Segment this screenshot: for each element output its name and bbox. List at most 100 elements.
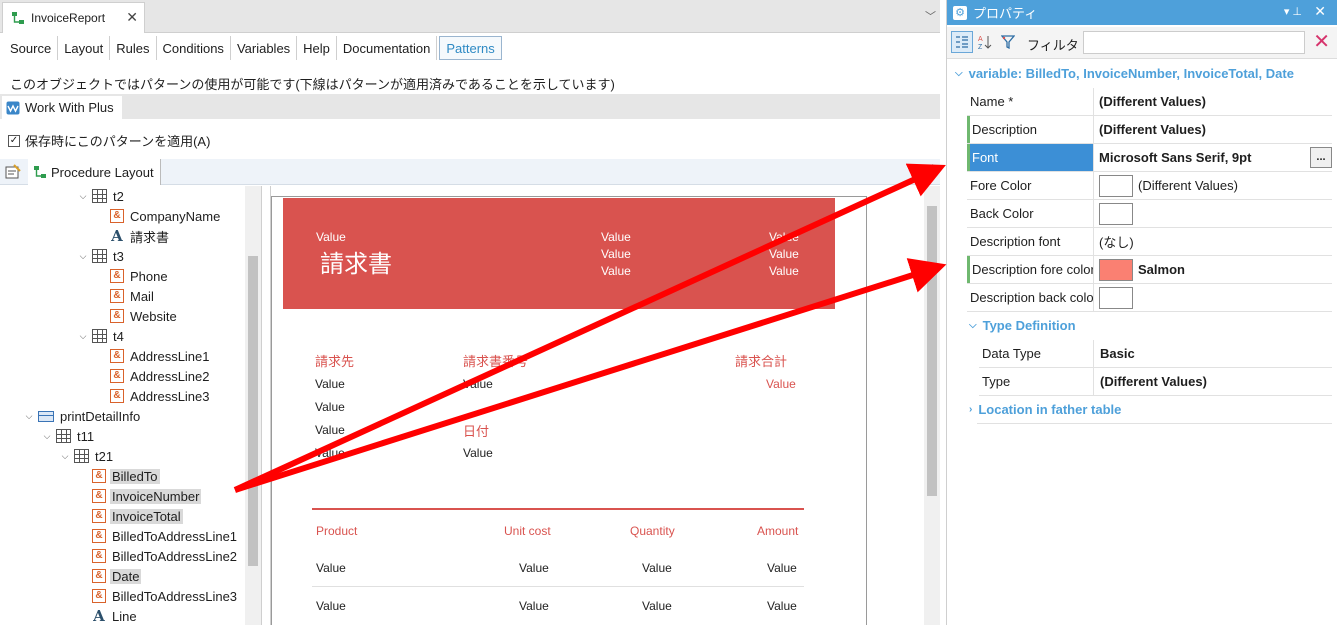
property-value[interactable]: Basic — [1100, 340, 1332, 367]
date-value[interactable]: Value — [463, 446, 493, 460]
date-label[interactable]: 日付 — [463, 421, 489, 440]
tree-node-t2[interactable]: ⌵ t2 — [78, 186, 126, 206]
tab-rules[interactable]: Rules — [110, 36, 157, 60]
invoice-total-label[interactable]: 請求合計 — [735, 351, 787, 370]
line-amount-value[interactable]: Value — [767, 599, 797, 613]
line-unit-cost-value[interactable]: Value — [519, 599, 549, 613]
column-header-amount[interactable]: Amount — [757, 524, 798, 538]
tree-scroll-thumb[interactable] — [248, 256, 258, 566]
color-swatch[interactable] — [1099, 286, 1133, 309]
property-value[interactable]: (Different Values) — [1099, 88, 1332, 115]
billed-to-value[interactable]: Value — [315, 377, 345, 391]
chevron-down-icon[interactable]: ⌵ — [78, 331, 88, 342]
pin-icon[interactable]: ▾ ⊥ — [1284, 5, 1302, 18]
document-tab[interactable]: InvoiceReport ✕ — [2, 2, 145, 33]
tab-conditions[interactable]: Conditions — [157, 36, 231, 60]
tab-source[interactable]: Source — [4, 36, 59, 60]
invoice-total-value[interactable]: Value — [766, 377, 796, 391]
chevron-down-icon[interactable]: ﹀ — [925, 8, 936, 24]
line-unit-cost-value[interactable]: Value — [519, 561, 549, 575]
chevron-down-icon[interactable]: ⌵ — [955, 68, 963, 79]
tree-node-billedtoaddressline1[interactable]: & BilledToAddressLine1 — [92, 526, 239, 546]
tab-patterns[interactable]: Patterns — [439, 36, 502, 60]
line-quantity-value[interactable]: Value — [642, 561, 672, 575]
property-value[interactable]: (Different Values) — [1100, 368, 1332, 395]
tree-node-addressline2[interactable]: & AddressLine2 — [110, 366, 212, 386]
tree-node-t11[interactable]: ⌵ t11 — [42, 426, 96, 446]
chevron-down-icon[interactable]: ⌵ — [78, 191, 88, 202]
tree-node-t3[interactable]: ⌵ t3 — [78, 246, 126, 266]
font-picker-button[interactable]: ... — [1310, 147, 1332, 168]
property-value[interactable]: Salmon — [1099, 256, 1332, 283]
property-value[interactable]: Microsoft Sans Serif, 9pt ... — [1099, 144, 1332, 171]
tree-node-printdetailinfo[interactable]: ⌵ printDetailInfo — [24, 406, 142, 426]
billed-address2-value[interactable]: Value — [315, 423, 345, 437]
color-swatch-salmon[interactable] — [1099, 258, 1133, 281]
apply-pattern-checkbox[interactable]: ✓ — [8, 134, 20, 147]
tree-node-seikyusho[interactable]: A 請求書 — [110, 226, 171, 246]
tab-layout[interactable]: Layout — [58, 36, 111, 60]
properties-icon[interactable] — [5, 164, 21, 180]
tree-node-companyname[interactable]: & CompanyName — [110, 206, 222, 226]
chevron-down-icon[interactable]: ⌵ — [60, 451, 70, 462]
tree-node-billedto[interactable]: & BilledTo — [92, 466, 160, 486]
property-row-data-type[interactable]: Data Type Basic — [979, 340, 1332, 368]
close-icon[interactable]: ✕ — [126, 9, 138, 26]
tree-node-invoicetotal[interactable]: & InvoiceTotal — [92, 506, 183, 526]
column-header-product[interactable]: Product — [316, 524, 357, 538]
tree-node-invoicenumber[interactable]: & InvoiceNumber — [92, 486, 202, 506]
filter-icon[interactable] — [997, 31, 1019, 53]
categorized-view-icon[interactable] — [951, 31, 973, 53]
billed-address1-value[interactable]: Value — [315, 400, 345, 414]
property-row-description[interactable]: Description (Different Values) — [967, 116, 1332, 144]
gear-icon[interactable]: ⚙ — [927, 162, 938, 176]
tree-node-website[interactable]: & Website — [110, 306, 179, 326]
tree-node-addressline1[interactable]: & AddressLine1 — [110, 346, 212, 366]
banner-website-value[interactable]: Value — [601, 264, 631, 278]
tab-documentation[interactable]: Documentation — [337, 36, 438, 60]
tab-procedure-layout[interactable]: Procedure Layout — [28, 159, 161, 185]
line-quantity-value[interactable]: Value — [642, 599, 672, 613]
chevron-down-icon[interactable]: ⌵ — [42, 431, 52, 442]
banner-address3-value[interactable]: Value — [769, 264, 799, 278]
tab-variables[interactable]: Variables — [231, 36, 298, 60]
pattern-tab-work-with-plus[interactable]: Work With Plus — [2, 96, 122, 119]
tree-node-line[interactable]: A Line — [92, 606, 139, 625]
tree-scrollbar[interactable] — [245, 186, 261, 625]
property-row-description-back-color[interactable]: Description back color — [967, 284, 1332, 312]
canvas-scroll-thumb[interactable] — [927, 206, 937, 496]
property-value[interactable]: (Different Values) — [1099, 116, 1332, 143]
tree-node-date[interactable]: & Date — [92, 566, 142, 586]
tab-help[interactable]: Help — [297, 36, 337, 60]
line-product-value[interactable]: Value — [316, 561, 346, 575]
property-row-type[interactable]: Type (Different Values) — [979, 368, 1332, 396]
property-value[interactable] — [1099, 284, 1332, 311]
clear-filter-icon[interactable]: ✕ — [1313, 31, 1330, 53]
banner-address1-value[interactable]: Value — [769, 230, 799, 244]
banner-company-value[interactable]: Value — [316, 230, 346, 244]
chevron-right-icon[interactable]: › — [969, 404, 972, 415]
property-value[interactable]: (なし) — [1099, 228, 1332, 255]
tree-node-phone[interactable]: & Phone — [110, 266, 170, 286]
property-row-fore-color[interactable]: Fore Color (Different Values) — [967, 172, 1332, 200]
property-row-back-color[interactable]: Back Color — [967, 200, 1332, 228]
banner-mail-value[interactable]: Value — [601, 247, 631, 261]
report-title[interactable]: 請求書 — [320, 244, 392, 279]
banner-address2-value[interactable]: Value — [769, 247, 799, 261]
report-header-banner[interactable]: Value 請求書 Value Value Value Value Value … — [283, 198, 835, 309]
tree-node-t21[interactable]: ⌵ t21 — [60, 446, 115, 466]
bill-to-label[interactable]: 請求先 — [315, 351, 354, 370]
color-swatch[interactable] — [1099, 174, 1133, 197]
location-header[interactable]: › Location in father table — [969, 402, 1121, 417]
column-header-unit-cost[interactable]: Unit cost — [504, 524, 551, 538]
property-row-description-fore-color[interactable]: Description fore color Salmon — [967, 256, 1332, 284]
color-swatch[interactable] — [1099, 202, 1133, 225]
tree-node-t4[interactable]: ⌵ t4 — [78, 326, 126, 346]
billed-address3-value[interactable]: Value — [315, 446, 345, 460]
banner-phone-value[interactable]: Value — [601, 230, 631, 244]
line-product-value[interactable]: Value — [316, 599, 346, 613]
line-amount-value[interactable]: Value — [767, 561, 797, 575]
tree-node-mail[interactable]: & Mail — [110, 286, 156, 306]
canvas-scrollbar[interactable] — [924, 186, 940, 625]
tree-node-billedtoaddressline3[interactable]: & BilledToAddressLine3 — [92, 586, 239, 606]
